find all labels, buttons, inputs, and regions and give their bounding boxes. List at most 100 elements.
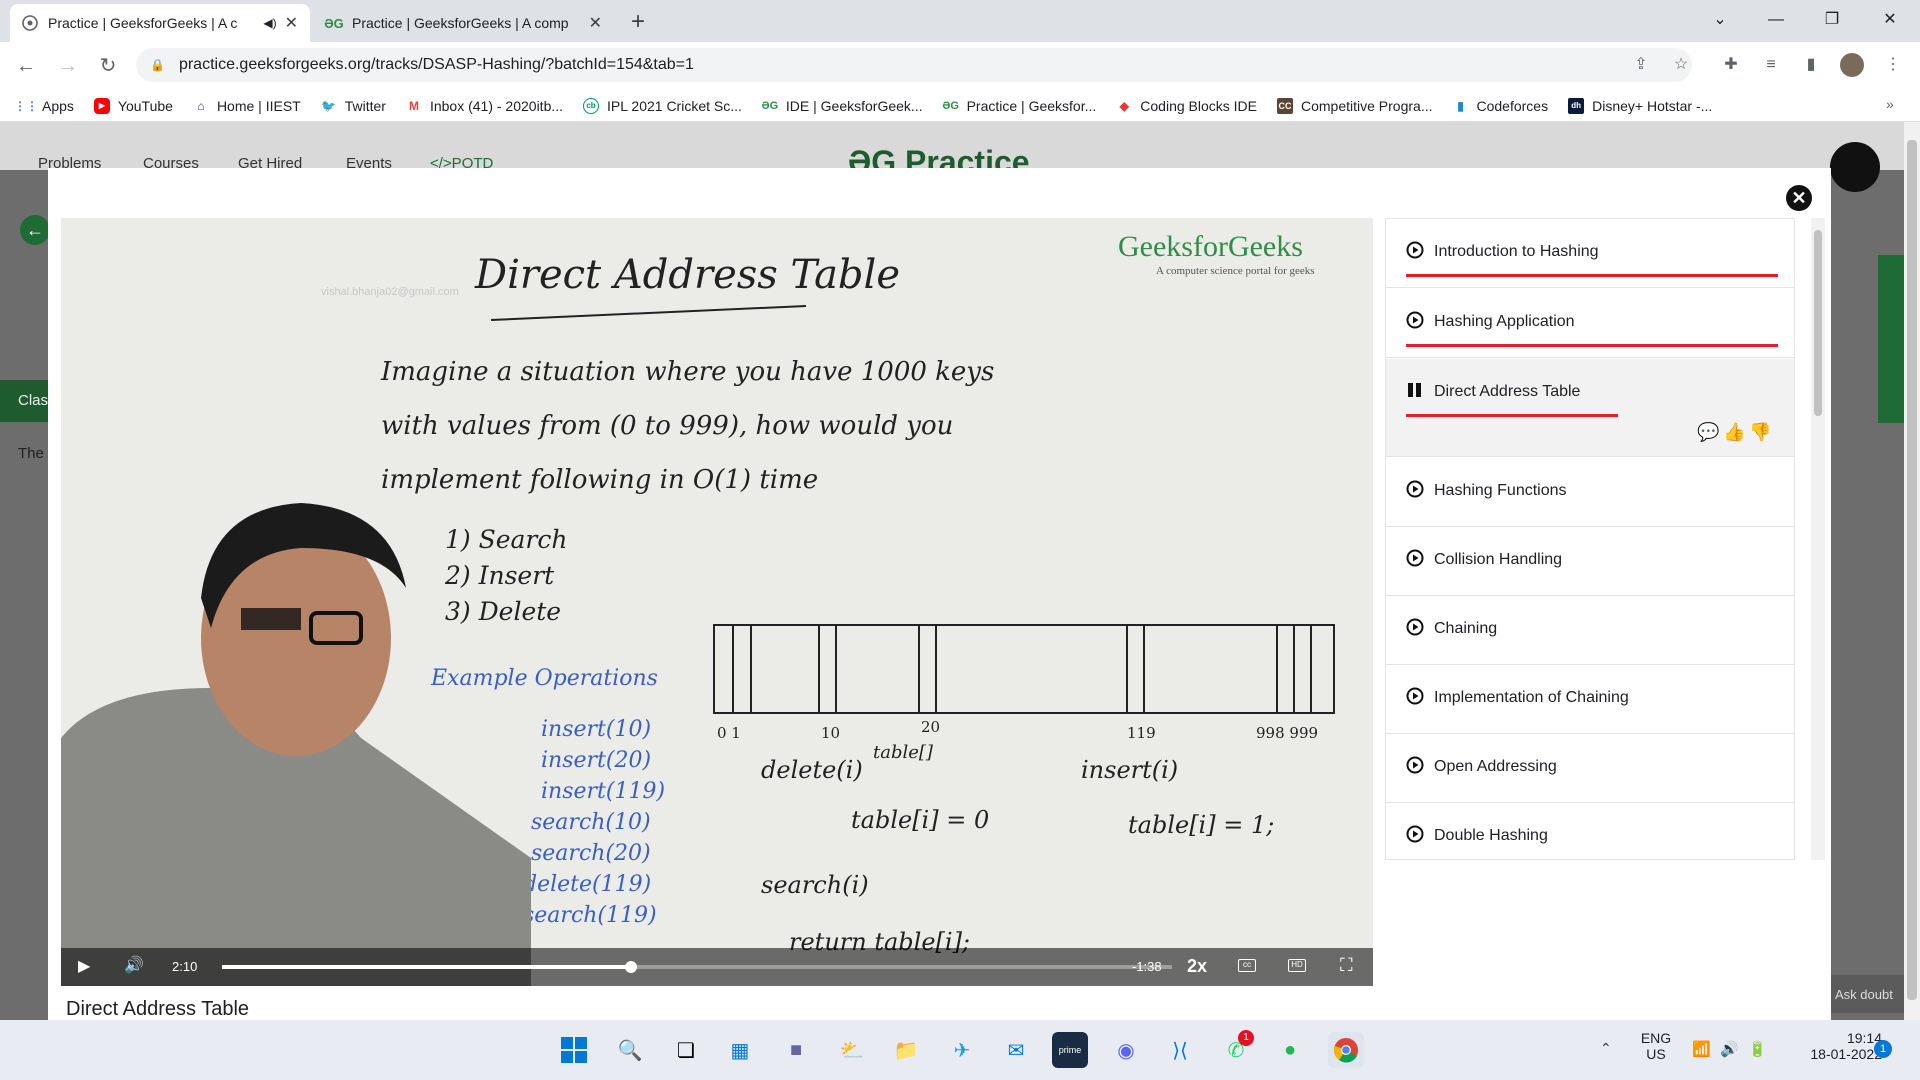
restore-button[interactable]: ❐ [1804,0,1860,42]
playlist-item[interactable]: Open Addressing [1386,734,1794,803]
wb-code: search(i) [761,871,869,899]
wb-code: table[] [873,742,934,763]
bookmark-coding-blocks[interactable]: ◆ Coding Blocks IDE [1116,98,1257,114]
more-bookmarks-button[interactable]: » [1886,96,1894,112]
windows-start-icon[interactable] [556,1032,592,1068]
volume-tray-icon[interactable]: 🔊 [1720,1040,1739,1058]
wifi-icon[interactable]: 📶 [1692,1040,1711,1058]
back-arrow-icon[interactable]: ← [12,52,40,80]
sidepanel-icon[interactable]: ▮ [1800,54,1822,76]
speed-button[interactable]: 2x [1187,956,1207,977]
email-watermark: vishal.bhanja02@gmail.com [321,286,459,298]
vscode-icon[interactable]: ⟩⟨ [1162,1032,1198,1068]
progress-handle[interactable] [625,961,637,973]
wb-example: insert(10) [541,717,651,742]
playlist-item[interactable]: Hashing Functions [1386,458,1794,527]
ask-doubt-button[interactable]: Ask doubt [1831,975,1904,1013]
discord-icon[interactable]: ◉ [1108,1032,1144,1068]
bookmark-gfg-ide[interactable]: ƏG IDE | GeeksforGeek... [762,98,923,114]
playlist-item[interactable]: Implementation of Chaining [1386,665,1794,734]
telegram-icon[interactable]: ✈ [944,1032,980,1068]
play-icon[interactable]: ▶ [78,956,90,976]
browser-tab[interactable]: ƏG Practice | GeeksforGeeks | A comp ✕ [314,4,614,42]
playlist-item[interactable]: Hashing Application [1386,289,1794,358]
reload-icon[interactable]: ↻ [94,52,122,80]
extensions-icon[interactable]: ✚ [1720,54,1742,76]
new-tab-button[interactable]: + [624,8,652,36]
playlist-item[interactable]: Chaining [1386,596,1794,665]
play-circle-icon [1406,311,1424,329]
share-icon[interactable]: ⇪ [1630,54,1652,76]
playlist-item-active[interactable]: Direct Address Table 💬 👍 👎 [1386,359,1794,457]
comment-icon[interactable]: 💬 [1697,422,1719,443]
bookmark-competitive[interactable]: CC Competitive Progra... [1277,97,1433,114]
volume-icon[interactable]: 🔊 [124,955,144,975]
back-circle-icon[interactable]: ← [20,215,50,245]
star-icon[interactable]: ☆ [1670,54,1692,76]
mail-icon[interactable]: ✉ [998,1032,1034,1068]
wb-op: 3) Delete [445,597,561,626]
remaining-time: -1:38 [1132,959,1162,974]
speaker-icon[interactable]: ◀) [263,16,276,30]
clock[interactable]: 19:14 18-01-2022 [1792,1030,1882,1062]
menu-kebab-icon[interactable]: ⋮ [1882,54,1904,76]
play-circle-icon [1406,241,1424,259]
wb-example: search(119) [523,903,657,928]
fullscreen-icon[interactable]: ⛶ [1340,955,1353,976]
side-tab-classes[interactable]: Clas [0,380,48,422]
tab-title: Practice | GeeksforGeeks | A c [48,15,238,31]
bookmark-twitter[interactable]: 🐦 Twitter [321,98,386,114]
close-tab-icon[interactable]: ✕ [589,13,602,33]
wb-index: 998 999 [1256,724,1318,742]
playlist-item[interactable]: Introduction to Hashing [1386,219,1794,288]
bookmark-ipl[interactable]: cb IPL 2021 Cricket Sc... [583,97,742,114]
captions-icon[interactable]: cc [1238,959,1256,972]
close-modal-icon[interactable]: ✕ [1786,185,1812,211]
close-tab-icon[interactable]: ✕ [285,13,298,33]
video-player[interactable]: Direct Address Table GeeksforGeeks A com… [61,218,1373,986]
prime-video-icon[interactable]: prime [1052,1032,1088,1068]
bookmark-gmail[interactable]: M Inbox (41) - 2020itb... [406,98,563,114]
close-window-button[interactable]: ✕ [1862,0,1918,42]
chevron-down-icon[interactable]: ⌄ [1692,0,1748,42]
minimize-button[interactable]: — [1748,0,1804,42]
playlist-item[interactable]: Double Hashing [1386,803,1794,859]
browser-tab-active[interactable]: Practice | GeeksforGeeks | A c ◀) ✕ [10,4,310,42]
hd-quality-icon[interactable]: HD [1288,959,1306,972]
page-scrollbar-thumb[interactable] [1907,140,1917,1000]
playlist-item[interactable]: Collision Handling [1386,527,1794,596]
notification-badge[interactable]: 1 [1874,1040,1892,1058]
thumbs-down-icon[interactable]: 👎 [1749,422,1771,443]
bookmark-youtube[interactable]: ▶ YouTube [93,97,173,114]
forward-arrow-icon[interactable]: → [54,52,82,80]
address-bar[interactable]: 🔒 practice.geeksforgeeks.org/tracks/DSAS… [136,48,1692,82]
profile-avatar[interactable] [1840,53,1864,77]
gmail-icon: M [408,98,419,113]
play-circle-icon [1406,825,1424,843]
search-icon[interactable]: 🔍 [612,1032,648,1068]
language-indicator[interactable]: ENG US [1636,1030,1676,1062]
url-text: practice.geeksforgeeks.org/tracks/DSASP-… [178,56,694,73]
thumbs-up-icon[interactable]: 👍 [1723,422,1745,443]
media-queue-icon[interactable]: ≡ [1760,54,1782,76]
weather-icon[interactable]: ⛅ [834,1032,870,1068]
widgets-icon[interactable]: ▦ [722,1032,758,1068]
bookmark-hotstar[interactable]: dh Disney+ Hotstar -... [1568,97,1712,114]
spotify-icon[interactable]: ● [1272,1032,1308,1068]
wb-example: delete(119) [523,872,651,897]
bookmark-gfg-practice[interactable]: ƏG Practice | Geeksfor... [942,98,1096,114]
battery-icon[interactable]: 🔋 [1748,1040,1767,1058]
bookmark-codeforces[interactable]: ▮ Codeforces [1453,98,1548,114]
playlist-scrollbar-thumb[interactable] [1814,230,1822,416]
teams-chat-icon[interactable]: ■ [778,1032,814,1068]
live-batches-tab[interactable] [1878,255,1904,423]
user-avatar[interactable] [1830,142,1880,192]
chevron-up-icon[interactable]: ⌃ [1600,1040,1612,1057]
wb-code: table[i] = 1; [1128,811,1274,839]
side-tab-theory[interactable]: The [18,445,44,462]
bookmark-apps[interactable]: ⋮⋮ Apps [14,98,74,114]
file-explorer-icon[interactable]: 📁 [888,1032,924,1068]
chrome-icon[interactable] [1328,1032,1364,1068]
task-view-icon[interactable]: ❏ [668,1032,704,1068]
bookmark-iiest[interactable]: ⌂ Home | IIEST [193,98,300,114]
